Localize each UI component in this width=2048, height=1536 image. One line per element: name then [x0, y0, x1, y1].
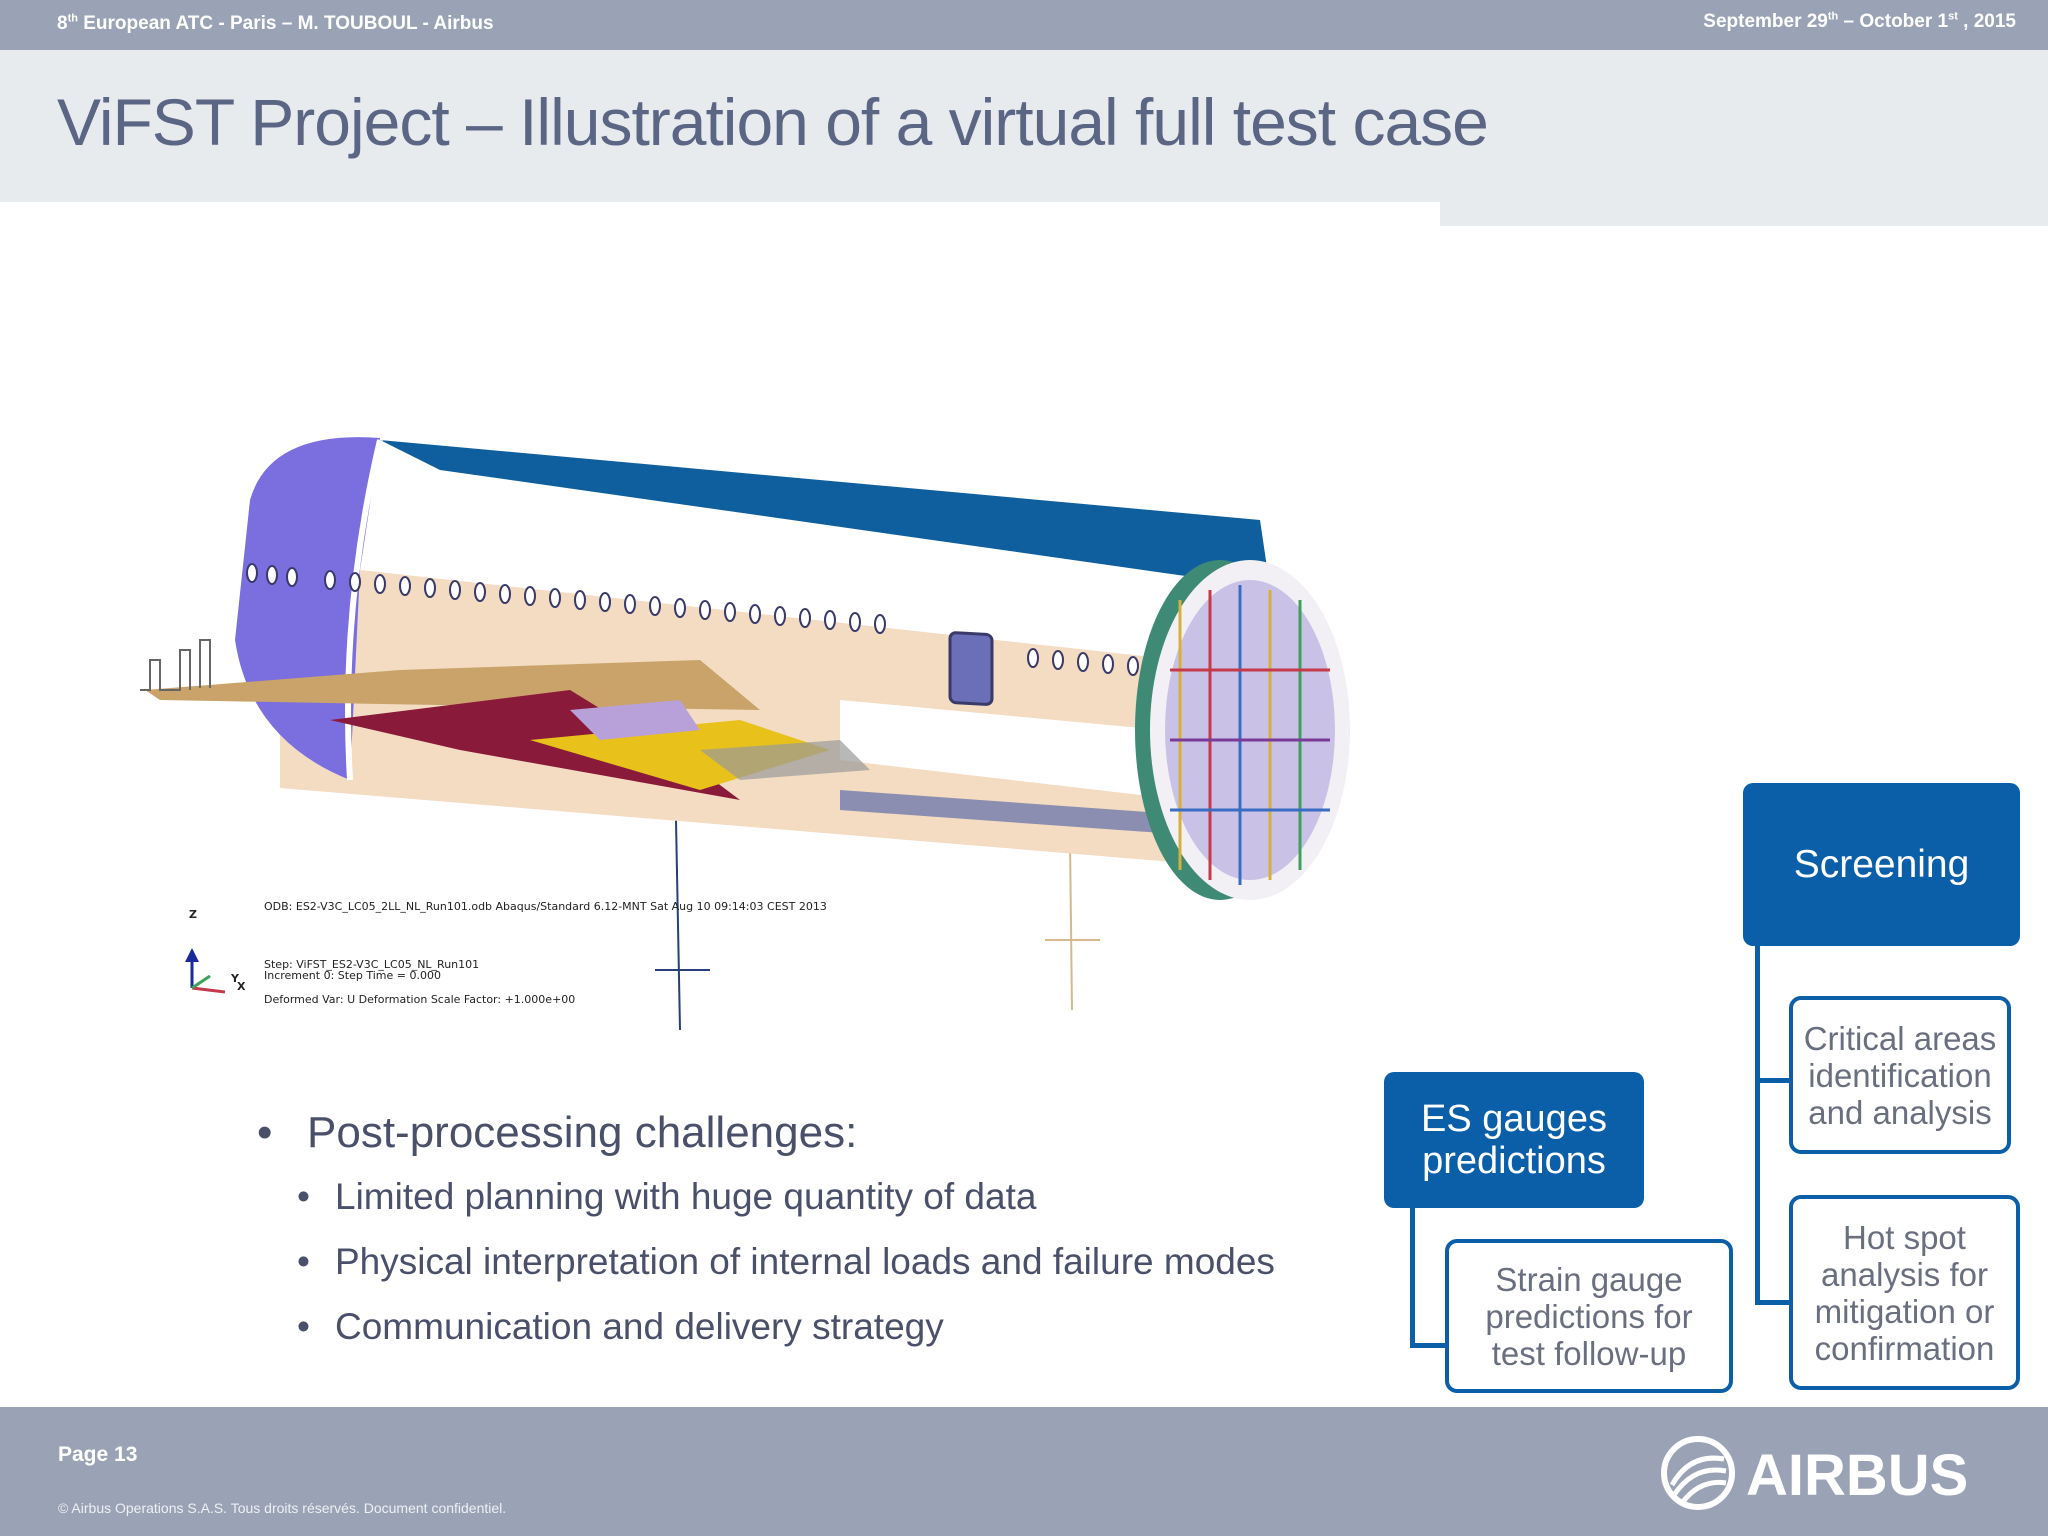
strain-gauge-line: Strain gauge: [1495, 1260, 1683, 1298]
strain-gauge-line: test follow-up: [1491, 1334, 1687, 1372]
event-number: 8: [57, 13, 68, 34]
strain-gauge-box: Strain gauge predictions for test follow…: [1445, 1239, 1733, 1393]
es-gauges-text: ES gauges predictions: [1421, 1098, 1607, 1182]
title-band-tab: [1440, 202, 2048, 226]
increment-info-line: Increment 0: Step Time = 0.000: [264, 969, 441, 982]
slide-title: ViFST Project – Illustration of a virtua…: [57, 85, 1489, 159]
bullet-main-text: Post-processing challenges:: [307, 1108, 858, 1157]
axis-x-label: X: [237, 980, 246, 993]
hot-spot-line: Hot spot: [1843, 1218, 1966, 1256]
sub-bullet-1: • Limited planning with huge quantity of …: [297, 1176, 1037, 1218]
date-start: September 29: [1703, 11, 1828, 32]
sub-bullet-dot: •: [297, 1176, 310, 1217]
sub-bullet-dot: •: [297, 1306, 310, 1347]
connector-screening-critical: [1755, 1078, 1792, 1083]
critical-areas-line: and analysis: [1808, 1093, 1992, 1131]
critical-areas-text: Critical areas identification and analys…: [1804, 1020, 1997, 1131]
fuselage-fe-model-image: [140, 437, 1350, 1031]
axis-z-label: Z: [189, 908, 197, 921]
date-middle: – October 1: [1838, 11, 1949, 32]
hot-spot-text: Hot spot analysis for mitigation or conf…: [1815, 1219, 1995, 1367]
event-info: 8th European ATC - Paris – M. TOUBOUL - …: [57, 13, 494, 35]
connector-screening: [1755, 945, 1760, 1305]
critical-areas-line: Critical areas: [1803, 1019, 1997, 1057]
hot-spot-line: mitigation or: [1814, 1292, 1995, 1330]
sub-bullet-text: Physical interpretation of internal load…: [335, 1241, 1275, 1282]
header-bar: 8th European ATC - Paris – M. TOUBOUL - …: [0, 0, 2048, 50]
airbus-logo-text: AIRBUS: [1746, 1443, 1968, 1508]
hot-spot-line: analysis for: [1821, 1255, 1988, 1293]
event-text: European ATC - Paris – M. TOUBOUL - Airb…: [77, 13, 494, 34]
odb-info-line: ODB: ES2-V3C_LC05_2LL_NL_Run101.odb Abaq…: [264, 900, 827, 913]
date-start-suffix: th: [1827, 10, 1839, 23]
screening-text: Screening: [1793, 842, 1970, 886]
deformation-info-line: Deformed Var: U Deformation Scale Factor…: [264, 993, 576, 1006]
date-end-suffix: st: [1948, 10, 1958, 23]
bullet-main: • Post-processing challenges:: [257, 1108, 857, 1158]
sub-bullet-dot: •: [297, 1241, 310, 1282]
sub-bullet-2: • Physical interpretation of internal loa…: [297, 1241, 1275, 1283]
sub-bullet-3: • Communication and delivery strategy: [297, 1306, 944, 1348]
es-gauges-line: predictions: [1422, 1140, 1606, 1182]
sub-bullet-text: Limited planning with huge quantity of d…: [335, 1176, 1037, 1217]
date-end: , 2015: [1957, 11, 2016, 32]
critical-areas-box: Critical areas identification and analys…: [1789, 996, 2011, 1154]
strain-gauge-line: predictions for: [1485, 1297, 1693, 1335]
hot-spot-line: confirmation: [1814, 1329, 1995, 1367]
screening-box: Screening: [1743, 783, 2020, 946]
connector-es-strain: [1410, 1343, 1447, 1348]
connector-es: [1410, 1208, 1415, 1348]
event-suffix: th: [67, 12, 78, 25]
es-gauges-line: ES gauges: [1421, 1098, 1607, 1140]
hot-spot-box: Hot spot analysis for mitigation or conf…: [1789, 1195, 2020, 1390]
connector-screening-hotspot: [1755, 1300, 1792, 1305]
airbus-logo: AIRBUS: [1661, 1436, 1968, 1510]
copyright-notice: © Airbus Operations S.A.S. Tous droits r…: [58, 1500, 507, 1516]
page-number: Page 13: [58, 1443, 138, 1466]
strain-gauge-text: Strain gauge predictions for test follow…: [1485, 1261, 1692, 1372]
critical-areas-line: identification: [1808, 1056, 1992, 1094]
event-dates: September 29th – October 1st , 2015: [1703, 11, 2016, 33]
es-gauges-box: ES gauges predictions: [1384, 1072, 1644, 1208]
bullet-dot: •: [257, 1108, 273, 1157]
sub-bullet-text: Communication and delivery strategy: [335, 1306, 944, 1347]
